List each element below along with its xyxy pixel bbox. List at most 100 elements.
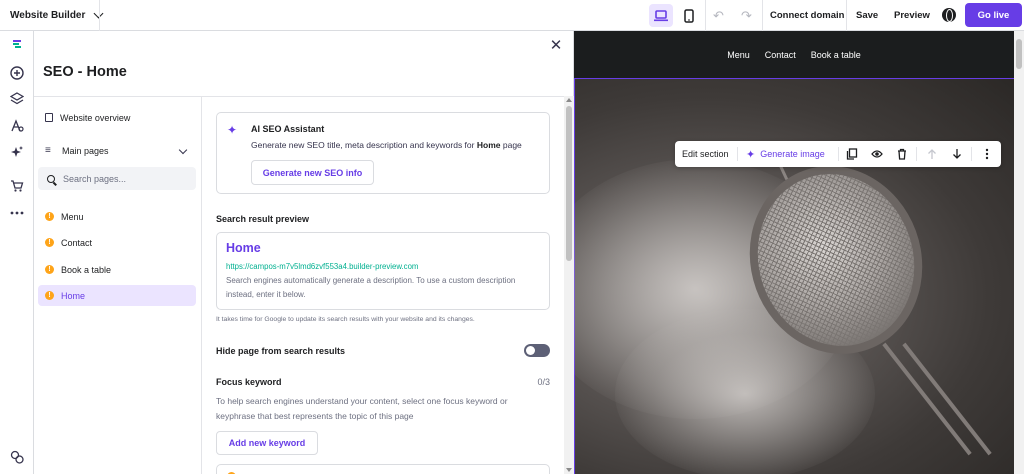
website-switcher[interactable]: Website Builder: [0, 0, 104, 31]
logo-icon[interactable]: [9, 36, 25, 52]
sieve-handle: [882, 342, 972, 456]
warning-icon: !: [45, 291, 54, 300]
hide-page-toggle[interactable]: [524, 344, 550, 357]
mobile-icon: [684, 8, 694, 23]
layers-icon[interactable]: [9, 91, 25, 107]
sparkle-icon: ✦: [746, 148, 756, 161]
generate-image-label: Generate image: [760, 149, 825, 159]
generate-image-button[interactable]: ✦ Generate image: [746, 141, 825, 167]
go-live-button[interactable]: Go live: [965, 3, 1022, 27]
laptop-icon: [654, 9, 668, 21]
scroll-up-icon[interactable]: [566, 98, 572, 102]
divider: [838, 147, 839, 161]
close-icon[interactable]: ✕: [548, 38, 564, 54]
keyword-card: [216, 464, 550, 474]
search-result-preview: Home https://campos-m7v5lmd6zvf553a4.bui…: [216, 232, 550, 310]
page-item-book-a-table[interactable]: ! Book a table: [38, 259, 196, 280]
ai-desc-suffix: page: [502, 140, 522, 150]
save-button[interactable]: Save: [856, 0, 878, 31]
sieve-handle: [902, 342, 992, 456]
scroll-thumb[interactable]: [566, 106, 572, 261]
hero-section[interactable]: Edit section ✦ Generate image: [574, 78, 1014, 474]
list-icon: ≡: [45, 145, 51, 156]
ai-assistant-description: Generate new SEO title, meta description…: [251, 140, 522, 150]
preview-scrollbar[interactable]: [1014, 31, 1024, 474]
website-overview-label: Website overview: [60, 112, 131, 123]
hide-page-label: Hide page from search results: [216, 346, 346, 356]
divider: [737, 147, 738, 161]
globe-icon[interactable]: [942, 8, 956, 22]
ai-seo-assistant-card: ✦ AI SEO Assistant Generate new SEO titl…: [216, 112, 550, 194]
website-overview-item[interactable]: Website overview: [38, 107, 196, 128]
visibility-icon[interactable]: [871, 148, 883, 160]
ai-assistant-title: AI SEO Assistant: [251, 124, 325, 134]
store-cart-icon[interactable]: [9, 178, 25, 194]
mobile-view-button[interactable]: [677, 4, 701, 27]
delete-icon[interactable]: [896, 148, 908, 160]
move-up-icon[interactable]: [926, 148, 938, 160]
left-rail: [0, 31, 34, 474]
chevron-down-icon: [178, 145, 188, 155]
page-label: Home: [61, 290, 86, 301]
search-pages-input[interactable]: [63, 173, 183, 184]
warning-icon: !: [45, 238, 54, 247]
page-item-home[interactable]: ! Home: [38, 285, 196, 306]
top-bar: Website Builder ↶ ↷ Connect domain Save …: [0, 0, 1024, 31]
warning-icon: !: [45, 212, 54, 221]
divider: [762, 0, 763, 31]
document-icon: [45, 113, 53, 122]
divider: [916, 147, 917, 161]
add-element-icon[interactable]: [9, 65, 25, 81]
site-nav-menu[interactable]: Menu: [727, 50, 750, 60]
site-nav-book-a-table[interactable]: Book a table: [811, 50, 861, 60]
sparkle-icon: ✦: [227, 123, 238, 137]
scroll-thumb[interactable]: [1016, 39, 1022, 69]
edit-section-button[interactable]: Edit section: [682, 141, 729, 167]
undo-icon[interactable]: ↶: [713, 8, 724, 24]
connect-domain-button[interactable]: Connect domain: [770, 0, 844, 31]
search-pages-field[interactable]: [38, 167, 196, 190]
page-label: Contact: [61, 237, 93, 248]
more-vertical-icon[interactable]: [981, 148, 993, 160]
warning-icon: !: [45, 265, 54, 274]
preview-url: https://campos-m7v5lmd6zvf553a4.builder-…: [226, 262, 419, 271]
search-icon: [47, 174, 55, 183]
section-toolbar: Edit section ✦ Generate image: [675, 141, 1001, 167]
divider: [846, 0, 847, 31]
generate-seo-button[interactable]: Generate new SEO info: [251, 160, 374, 185]
redo-icon[interactable]: ↷: [741, 8, 752, 24]
styles-icon[interactable]: [9, 118, 25, 134]
preview-button[interactable]: Preview: [894, 0, 930, 31]
main-pages-dropdown[interactable]: ≡ Main pages: [38, 140, 196, 161]
ai-tools-icon[interactable]: [9, 144, 25, 160]
page-label: Book a table: [61, 264, 112, 275]
site-nav-contact[interactable]: Contact: [765, 50, 796, 60]
keyword-description: To help search engines understand your c…: [216, 396, 508, 421]
seo-panel: SEO - Home ✕ Website overview ≡ Main pag…: [34, 31, 574, 474]
divider: [99, 0, 100, 31]
ai-desc-page: Home: [476, 140, 501, 150]
panel-title: SEO - Home: [43, 64, 127, 80]
website-preview: Menu Contact Book a table Edit section ✦…: [574, 31, 1024, 474]
desktop-view-button[interactable]: [649, 4, 673, 27]
add-keyword-button[interactable]: Add new keyword: [216, 431, 318, 455]
update-note: It takes time for Google to update its s…: [216, 316, 475, 323]
scroll-down-icon[interactable]: [566, 468, 572, 472]
page-item-contact[interactable]: ! Contact: [38, 232, 196, 253]
more-icon[interactable]: [9, 205, 25, 221]
help-icon[interactable]: [9, 449, 25, 465]
main-pages-label: Main pages: [62, 145, 109, 156]
preview-description: Search engines automatically generate a …: [226, 276, 516, 299]
divider: [971, 147, 972, 161]
duplicate-icon[interactable]: [846, 148, 858, 160]
move-down-icon[interactable]: [951, 148, 963, 160]
page-item-menu[interactable]: ! Menu: [38, 206, 196, 227]
focus-keyword-label: Focus keyword: [216, 377, 282, 387]
site-navigation: Menu Contact Book a table: [574, 31, 1014, 78]
preview-title: Home: [226, 241, 261, 255]
pages-sidebar: Website overview ≡ Main pages ! Menu ! C…: [34, 96, 202, 474]
site-name: Website Builder: [10, 9, 86, 21]
panel-scrollbar[interactable]: [564, 96, 574, 474]
keyword-count: 0/3: [537, 377, 550, 387]
seo-settings: ✦ AI SEO Assistant Generate new SEO titl…: [202, 96, 564, 474]
